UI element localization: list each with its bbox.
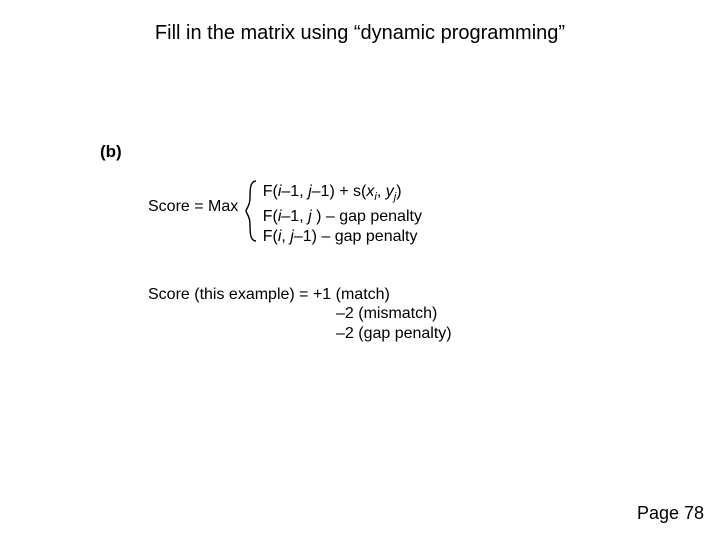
slide-title: Fill in the matrix using “dynamic progra… — [0, 22, 720, 45]
score-equals-max: Score = Max — [148, 182, 238, 216]
score-formula: Score = Max F(i–1, j–1) + s(xi, yj) F(i–… — [148, 182, 422, 247]
example-gap-penalty: –2 (gap penalty) — [148, 324, 452, 344]
case-left: F(i, j–1) – gap penalty — [263, 227, 422, 247]
page-number: Page 78 — [637, 503, 704, 524]
slide-page: Fill in the matrix using “dynamic progra… — [0, 0, 720, 540]
case-up: F(i–1, j ) – gap penalty — [263, 207, 422, 227]
score-example: Score (this example) = +1 (match) –2 (mi… — [148, 286, 452, 344]
example-match: Score (this example) = +1 (match) — [148, 286, 452, 304]
example-mismatch: –2 (mismatch) — [148, 304, 452, 324]
part-b-label: (b) — [100, 142, 122, 162]
left-brace-icon — [245, 180, 259, 242]
brace-cases: F(i–1, j–1) + s(xi, yj) F(i–1, j ) – gap… — [249, 182, 422, 247]
case-diagonal: F(i–1, j–1) + s(xi, yj) — [263, 182, 422, 207]
